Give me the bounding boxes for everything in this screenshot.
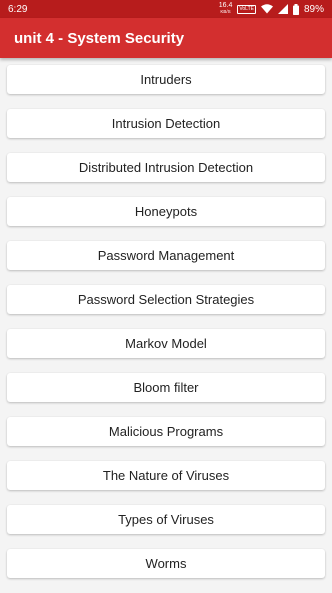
wifi-icon bbox=[260, 4, 273, 14]
topic-button[interactable]: Intruders bbox=[7, 65, 325, 94]
network-speed: 16.4 KB/S bbox=[218, 2, 233, 14]
app-bar: unit 4 - System Security bbox=[0, 18, 332, 58]
status-time: 6:29 bbox=[8, 3, 28, 15]
topic-button[interactable]: Markov Model bbox=[7, 329, 325, 358]
topic-button[interactable]: The Nature of Viruses bbox=[7, 461, 325, 490]
topic-button[interactable]: Honeypots bbox=[7, 197, 325, 226]
app-title: unit 4 - System Security bbox=[14, 29, 185, 47]
topic-button[interactable]: Intrusion Detection bbox=[7, 109, 325, 138]
status-bar: 6:29 16.4 KB/S VoLTE 89% bbox=[0, 0, 332, 18]
signal-icon bbox=[277, 4, 288, 14]
status-icons: 16.4 KB/S VoLTE 89% bbox=[218, 2, 324, 15]
topic-button[interactable]: Malicious Programs bbox=[7, 417, 325, 446]
topic-list: Intruders Intrusion Detection Distribute… bbox=[7, 65, 325, 593]
topic-button[interactable]: Password Management bbox=[7, 241, 325, 270]
topic-button[interactable]: Password Selection Strategies bbox=[7, 285, 325, 314]
topic-button[interactable]: Types of Viruses bbox=[7, 505, 325, 534]
battery-percent: 89% bbox=[303, 3, 324, 15]
topic-button[interactable]: Bloom filter bbox=[7, 373, 325, 402]
topic-button[interactable]: Worms bbox=[7, 549, 325, 578]
topic-button[interactable]: Distributed Intrusion Detection bbox=[7, 153, 325, 182]
volte-badge: VoLTE bbox=[237, 4, 256, 14]
battery-icon bbox=[292, 3, 299, 15]
